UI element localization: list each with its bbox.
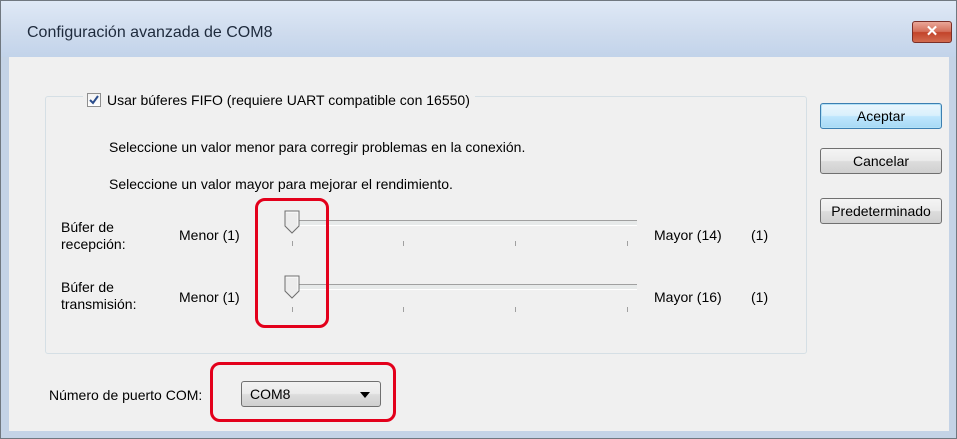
transmit-min-label: Menor (1) — [179, 289, 240, 305]
fifo-checkbox-label: Usar búferes FIFO (requiere UART compati… — [107, 92, 470, 108]
close-button[interactable]: ✕ — [912, 21, 952, 43]
dialog-window: Configuración avanzada de COM8 ✕ Usar bú… — [0, 0, 957, 439]
receive-buffer-label-line1: Búfer de — [61, 219, 114, 235]
receive-tick — [627, 241, 628, 246]
slider-highlight — [255, 198, 329, 328]
transmit-tick — [403, 307, 404, 312]
receive-tick — [403, 241, 404, 246]
receive-max-label: Mayor (14) — [654, 227, 722, 243]
transmit-buffer-label-line1: Búfer de — [61, 279, 114, 295]
dialog-body: Usar búferes FIFO (requiere UART compati… — [9, 57, 949, 431]
port-label: Número de puerto COM: — [49, 387, 203, 403]
transmit-tick — [515, 307, 516, 312]
fifo-checkbox-row[interactable]: Usar búferes FIFO (requiere UART compati… — [83, 90, 475, 110]
receive-tick — [515, 241, 516, 246]
defaults-button[interactable]: Predeterminado — [820, 198, 942, 224]
transmit-max-label: Mayor (16) — [654, 289, 722, 305]
hint-lower: Seleccione un valor menor para corregir … — [109, 139, 526, 155]
receive-buffer-label-line2: recepción: — [61, 236, 126, 252]
cancel-button[interactable]: Cancelar — [820, 148, 942, 174]
transmit-tick — [627, 307, 628, 312]
transmit-buffer-label: Búfer de transmisión: — [61, 279, 136, 313]
checkmark-icon — [89, 95, 99, 105]
receive-current-value: (1) — [751, 227, 769, 243]
close-icon: ✕ — [925, 23, 939, 40]
transmit-current-value: (1) — [751, 289, 769, 305]
fifo-checkbox[interactable] — [87, 93, 101, 107]
receive-buffer-label: Búfer de recepción: — [61, 219, 126, 253]
transmit-buffer-label-line2: transmisión: — [61, 296, 137, 312]
hint-higher: Seleccione un valor mayor para mejorar e… — [109, 176, 453, 192]
window-title: Configuración avanzada de COM8 — [27, 24, 273, 41]
transmit-slider-track[interactable] — [285, 284, 637, 290]
port-highlight — [210, 362, 396, 422]
receive-min-label: Menor (1) — [179, 227, 240, 243]
ok-button[interactable]: Aceptar — [820, 103, 942, 129]
receive-slider-track[interactable] — [285, 220, 637, 226]
title-bar[interactable]: Configuración avanzada de COM8 ✕ — [1, 1, 956, 57]
